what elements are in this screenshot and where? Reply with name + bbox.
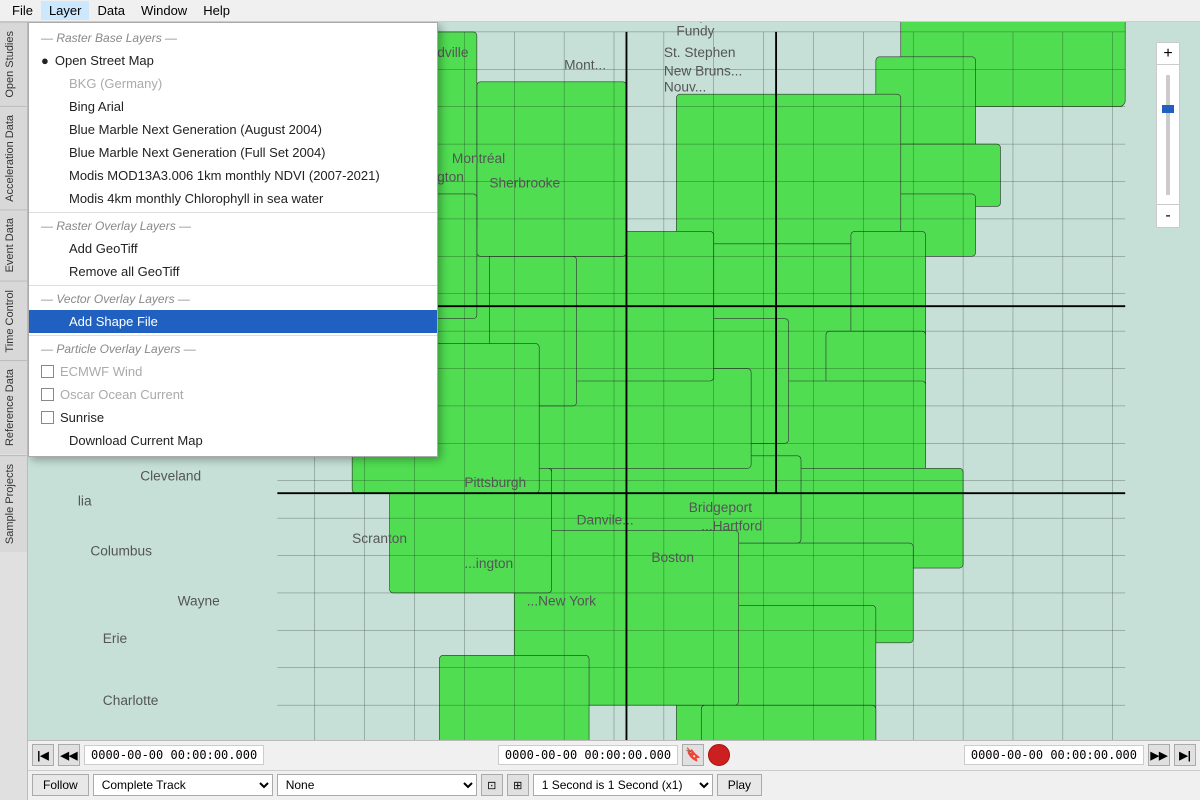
- svg-text:Charlotte: Charlotte: [103, 693, 159, 708]
- menu-add-geotiff[interactable]: Add GeoTiff: [29, 237, 437, 260]
- sidebar-tab-open-studies[interactable]: Open Studies: [0, 22, 27, 106]
- zoom-out-button[interactable]: -: [1157, 205, 1179, 227]
- time-display-right: 0000-00-00 00:00:00.000: [964, 745, 1144, 765]
- speed-select[interactable]: 1 Second is 1 Second (x1): [533, 774, 713, 796]
- divider-1: [29, 212, 437, 213]
- nav-next-button[interactable]: ▶▶: [1148, 744, 1170, 766]
- svg-text:Nouv...: Nouv...: [664, 80, 706, 95]
- fit-button[interactable]: ⊡: [481, 774, 503, 796]
- nav-prev-button[interactable]: ◀◀: [58, 744, 80, 766]
- sidebar-tab-time-control[interactable]: Time Control: [0, 281, 27, 361]
- svg-text:Bridgeport: Bridgeport: [689, 500, 752, 515]
- menu-layer[interactable]: Layer: [41, 1, 90, 20]
- divider-3: [29, 335, 437, 336]
- time-display-left: 0000-00-00 00:00:00.000: [84, 745, 264, 765]
- menu-add-shape-file[interactable]: Add Shape File: [29, 310, 437, 333]
- menu-sunrise[interactable]: Sunrise: [29, 406, 437, 429]
- menu-blue-marble-full[interactable]: Blue Marble Next Generation (Full Set 20…: [29, 141, 437, 164]
- menu-modis-ndvi[interactable]: Modis MOD13A3.006 1km monthly NDVI (2007…: [29, 164, 437, 187]
- svg-text:Wayne: Wayne: [178, 593, 221, 608]
- expand-button[interactable]: ⊞: [507, 774, 529, 796]
- follow-button[interactable]: Follow: [32, 774, 89, 796]
- ecmwf-checkbox[interactable]: [41, 365, 54, 378]
- raster-base-layers-separator: — Raster Base Layers —: [29, 27, 437, 49]
- menu-file[interactable]: File: [4, 1, 41, 20]
- content-area: Bathurst Edmundston Sudbury Québec Mont-…: [28, 22, 1200, 800]
- main-layout: Open Studies Acceleration Data Event Dat…: [0, 22, 1200, 800]
- bottom-row1: |◀ ◀◀ 0000-00-00 00:00:00.000 0000-00-00…: [28, 741, 1200, 771]
- menubar: File Layer Data Window Help: [0, 0, 1200, 22]
- menu-download-map[interactable]: Download Current Map: [29, 429, 437, 452]
- sidebar-tab-acceleration[interactable]: Acceleration Data: [0, 106, 27, 210]
- menu-help[interactable]: Help: [195, 1, 238, 20]
- map-area[interactable]: Bathurst Edmundston Sudbury Québec Mont-…: [28, 22, 1200, 740]
- play-button[interactable]: Play: [717, 774, 762, 796]
- raster-overlay-separator: — Raster Overlay Layers —: [29, 215, 437, 237]
- svg-text:Scranton: Scranton: [352, 531, 407, 546]
- vector-overlay-separator: — Vector Overlay Layers —: [29, 288, 437, 310]
- svg-text:...Hartford: ...Hartford: [701, 519, 762, 534]
- menu-modis-chlorophyll[interactable]: Modis 4km monthly Chlorophyll in sea wat…: [29, 187, 437, 210]
- svg-text:Columbus: Columbus: [90, 544, 152, 559]
- sidebar-tab-event[interactable]: Event Data: [0, 209, 27, 280]
- sunrise-checkbox[interactable]: [41, 411, 54, 424]
- particle-overlay-separator: — Particle Overlay Layers —: [29, 338, 437, 360]
- svg-text:...New York: ...New York: [527, 593, 596, 608]
- oscar-checkbox[interactable]: [41, 388, 54, 401]
- sidebar: Open Studies Acceleration Data Event Dat…: [0, 22, 28, 800]
- svg-text:Pittsburgh: Pittsburgh: [464, 475, 526, 490]
- none-select[interactable]: None: [277, 774, 477, 796]
- nav-first-button[interactable]: |◀: [32, 744, 54, 766]
- svg-text:New Bruns...: New Bruns...: [664, 64, 742, 79]
- zoom-in-button[interactable]: +: [1157, 43, 1179, 65]
- time-display-center: 0000-00-00 00:00:00.000: [498, 745, 678, 765]
- menu-window[interactable]: Window: [133, 1, 195, 20]
- divider-2: [29, 285, 437, 286]
- bottom-toolbar: |◀ ◀◀ 0000-00-00 00:00:00.000 0000-00-00…: [28, 740, 1200, 800]
- svg-text:Boston: Boston: [651, 550, 694, 565]
- svg-text:Sherbrooke: Sherbrooke: [489, 176, 560, 191]
- svg-text:Erie: Erie: [103, 631, 128, 646]
- bottom-row2: Follow Complete Track Current Position N…: [28, 771, 1200, 800]
- sidebar-tab-sample[interactable]: Sample Projects: [0, 455, 27, 552]
- menu-bkg-germany: BKG (Germany): [29, 72, 437, 95]
- sidebar-tab-reference[interactable]: Reference Data: [0, 360, 27, 454]
- svg-text:lia: lia: [78, 494, 92, 509]
- svg-text:Fundy: Fundy: [676, 24, 714, 39]
- menu-ecmwf-wind: ECMWF Wind: [29, 360, 437, 383]
- menu-bing-arial[interactable]: Bing Arial: [29, 95, 437, 118]
- zoom-slider-container: [1157, 65, 1179, 205]
- menu-open-street-map[interactable]: ●Open Street Map: [29, 49, 437, 72]
- zoom-slider-handle[interactable]: [1162, 105, 1174, 113]
- svg-text:Montréal: Montréal: [452, 151, 505, 166]
- zoom-slider-track: [1166, 75, 1170, 195]
- menu-remove-geotiff[interactable]: Remove all GeoTiff: [29, 260, 437, 283]
- nav-last-button[interactable]: ▶|: [1174, 744, 1196, 766]
- svg-text:Danvile...: Danvile...: [577, 512, 634, 527]
- menu-oscar-ocean: Oscar Ocean Current: [29, 383, 437, 406]
- layer-dropdown-menu: — Raster Base Layers — ●Open Street Map …: [28, 22, 438, 457]
- zoom-controls: + -: [1156, 42, 1180, 228]
- svg-text:Cleveland: Cleveland: [140, 469, 201, 484]
- svg-text:St. Stephen: St. Stephen: [664, 45, 736, 60]
- record-button[interactable]: [708, 744, 730, 766]
- menu-data[interactable]: Data: [89, 1, 132, 20]
- bookmark-button[interactable]: 🔖: [682, 744, 704, 766]
- svg-text:Mont...: Mont...: [564, 57, 606, 72]
- menu-blue-marble-aug[interactable]: Blue Marble Next Generation (August 2004…: [29, 118, 437, 141]
- svg-text:...ington: ...ington: [464, 556, 513, 571]
- track-select[interactable]: Complete Track Current Position None: [93, 774, 273, 796]
